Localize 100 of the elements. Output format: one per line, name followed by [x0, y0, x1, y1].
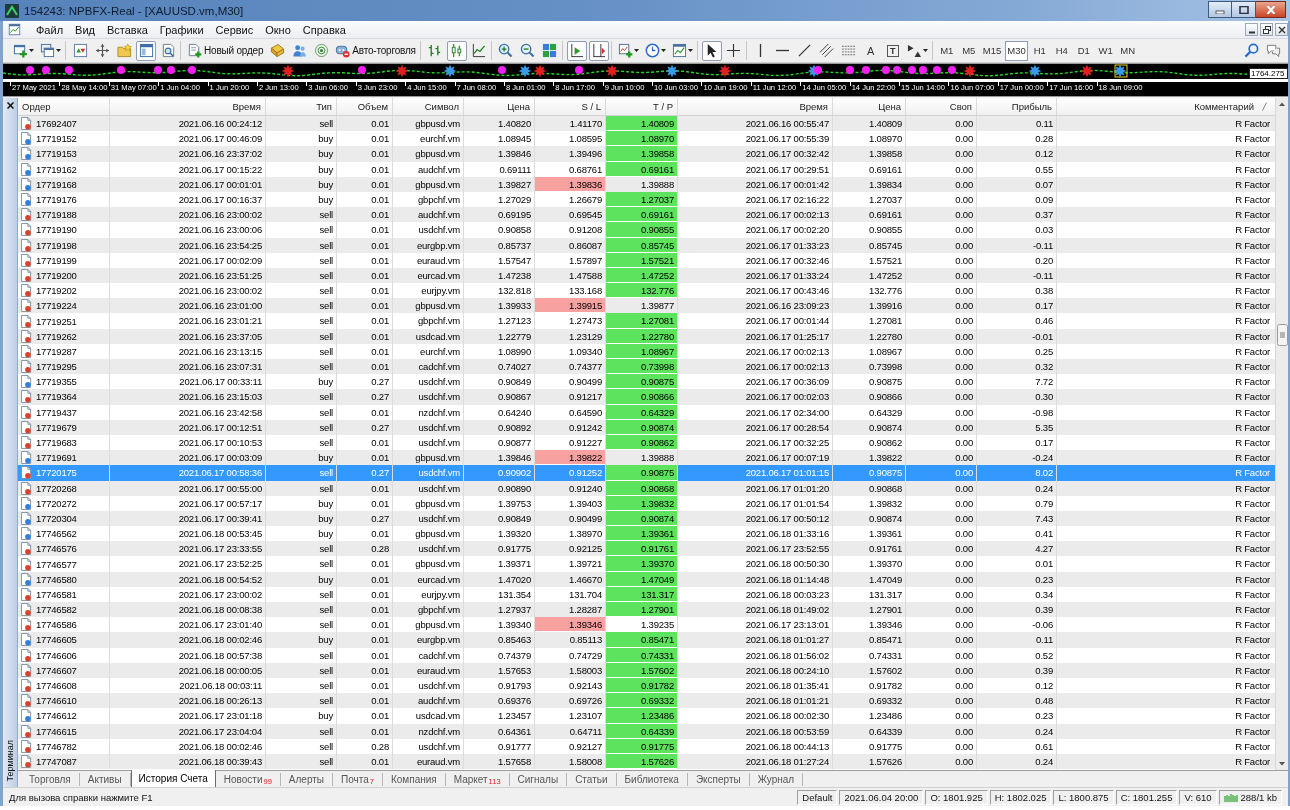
minimize-button[interactable] — [1208, 1, 1232, 18]
table-row[interactable]: 17720175 2021.06.17 00:58:36 sell 0.27 usdchf.vm 0.90902 0.91252 0.90875 2021.06.17 01:01:15 0.90875 0.00 8.02 R Factor — [18, 465, 1275, 481]
order-number: 17719251 — [36, 314, 77, 329]
table-row[interactable]: 17746610 2021.06.18 00:26:13 sell 0.01 audchf.vm 0.69376 0.69726 0.69332 2021.06.18 01:01:21 0.69332 0.00 0.48 R Factor — [18, 693, 1275, 709]
timeframe-button[interactable]: M30 — [1005, 40, 1028, 61]
tab[interactable]: Компания — [382, 773, 446, 786]
table-row[interactable]: 17719153 2021.06.16 23:37:02 buy 0.01 gbpusd.vm 1.39846 1.39496 1.39858 2021.06.17 00:32:42 1.39858 0.00 0.12 R Factor — [18, 146, 1275, 162]
table-cell: 1.47049 — [833, 571, 906, 587]
column-header[interactable]: Тип — [266, 98, 337, 115]
table-cell: 1.39846 — [464, 146, 535, 162]
timeframe-button[interactable]: W1 — [1095, 40, 1116, 61]
cursor-button[interactable] — [701, 40, 722, 61]
table-cell-text: R Factor — [1234, 466, 1271, 481]
table-cell-text: R Factor — [1234, 238, 1271, 253]
menu-item[interactable]: Справка — [296, 23, 352, 36]
timeframe-button[interactable]: H1 — [1029, 40, 1050, 61]
table-row[interactable]: 17746576 2021.06.17 23:33:55 sell 0.28 usdchf.vm 0.91775 0.92125 0.91761 2021.06.17 23:52:55 0.91761 0.00 4.27 R Factor — [18, 541, 1275, 557]
order-number: 17747087 — [36, 754, 77, 769]
table-row[interactable]: 17746605 2021.06.18 00:02:46 buy 0.01 eurgbp.vm 0.85463 0.85113 0.85471 2021.06.18 01:01:27 0.85471 0.00 0.11 R Factor — [18, 632, 1275, 648]
table-cell: 0.01 — [977, 556, 1057, 572]
timeframe-button[interactable]: M15 — [980, 40, 1004, 61]
table-cell: gbpusd.vm — [393, 176, 464, 192]
window-title: 154243: NPBFX-Real - [XAUUSD.vm,M30] — [24, 4, 244, 17]
candlestick-button[interactable] — [446, 40, 467, 61]
column-header[interactable]: Время — [678, 98, 833, 115]
document-icon — [21, 511, 32, 525]
column-header[interactable]: T / P — [606, 98, 678, 115]
menu-item[interactable]: Сервис — [209, 23, 260, 36]
table-row[interactable]: 17746582 2021.06.18 00:08:38 sell 0.01 gbpchf.vm 1.27937 1.28287 1.27901 2021.06.18 01:49:02 1.27901 0.00 0.39 R Factor — [18, 602, 1275, 618]
table-cell: sell — [266, 556, 337, 572]
column-header[interactable]: Своп — [906, 98, 977, 115]
table-cell-text: R Factor — [1234, 162, 1271, 177]
table-cell: 0.01 — [337, 146, 393, 162]
menu-item[interactable]: Окно — [259, 23, 297, 36]
table-cell: 0.69161 — [833, 161, 906, 177]
table-cell: usdcad.vm — [393, 708, 464, 724]
table-cell: 0.61 — [977, 738, 1057, 754]
table-row[interactable]: 17719364 2021.06.16 23:15:03 sell 0.27 usdchf.vm 0.90867 0.91217 0.90866 2021.06.17 00:02:03 0.90866 0.00 0.30 R Factor — [18, 389, 1275, 405]
tab[interactable]: Алерты — [280, 773, 333, 786]
column-header[interactable]: Объем — [337, 98, 393, 115]
column-header[interactable]: Время — [110, 98, 266, 115]
table-row[interactable]: 17719295 2021.06.16 23:07:31 sell 0.01 cadchf.vm 0.74027 0.74377 0.73998 2021.06.17 00:02:13 0.73998 0.00 0.32 R Factor — [18, 359, 1275, 375]
table-cell: 0.01 — [337, 556, 393, 572]
table-cell: 0.85463 — [464, 632, 535, 648]
table-cell: 2021.06.18 00:44:13 — [678, 738, 833, 754]
tab[interactable]: Сигналы — [509, 773, 568, 786]
table-cell: buy — [266, 146, 337, 162]
table-cell: 0.01 — [337, 176, 393, 192]
tab[interactable]: Библиотека — [616, 773, 688, 786]
status-field: L: 1800.875 — [1053, 789, 1114, 805]
menu-item[interactable]: Графики — [153, 23, 210, 36]
text-label-button[interactable]: T — [882, 40, 903, 61]
auto-scroll-button[interactable] — [566, 40, 587, 61]
search-icon[interactable] — [1244, 43, 1259, 58]
timeframe-button[interactable]: MN — [1117, 40, 1138, 61]
tab[interactable]: Журнал — [749, 773, 804, 786]
menu-item[interactable]: Вставка — [100, 23, 154, 36]
table-cell: eurgbp.vm — [393, 632, 464, 648]
table-cell: 0.00 — [906, 662, 977, 678]
table-row[interactable]: 17719188 2021.06.16 23:00:02 sell 0.01 audchf.vm 0.69195 0.69545 0.69161 2021.06.17 00:02:13 0.69161 0.00 0.37 R Factor — [18, 207, 1275, 223]
table-row[interactable]: 17719691 2021.06.17 00:03:09 buy 0.01 gbpusd.vm 1.39846 1.39822 1.39888 2021.06.17 00:07:19 1.39822 0.00 -0.24 R Factor — [18, 450, 1275, 466]
tab[interactable]: История Счета — [130, 770, 216, 788]
tab[interactable]: Активы — [79, 773, 131, 786]
restore-button[interactable] — [1260, 23, 1273, 36]
scrollbar[interactable] — [1275, 98, 1288, 770]
tab[interactable]: Эксперты — [687, 773, 750, 786]
column-header[interactable]: Цена — [464, 98, 535, 115]
menu-item[interactable]: Вид — [69, 23, 101, 36]
close-button[interactable] — [1275, 23, 1288, 36]
timeframe-button[interactable]: H4 — [1051, 40, 1072, 61]
table-row[interactable]: 17692407 2021.06.16 00:24:12 sell 0.01 gbpusd.vm 1.40820 1.41170 1.40809 2021.06.16 00:55:47 1.40809 0.00 0.11 R Factor — [18, 116, 1275, 132]
table-row[interactable]: 17719224 2021.06.16 23:01:00 sell 0.01 gbpusd.vm 1.39933 1.39915 1.39877 2021.06.16 23:09:23 1.39916 0.00 0.17 R Factor — [18, 298, 1275, 314]
auto-trading-button[interactable]: Авто-торговля — [333, 40, 418, 61]
maximize-button[interactable] — [1232, 1, 1256, 18]
table-cell: 1.57547 — [464, 252, 535, 268]
close-button[interactable] — [1256, 1, 1286, 18]
timeframe-button[interactable]: M5 — [958, 40, 979, 61]
column-header[interactable]: S / L — [535, 98, 606, 115]
window-menu-icon[interactable] — [8, 23, 21, 36]
menu-item[interactable]: Файл — [30, 23, 70, 36]
timeframe-button[interactable]: M1 — [936, 40, 957, 61]
chat-icon[interactable] — [1266, 43, 1281, 58]
timeframe-button[interactable]: D1 — [1073, 40, 1094, 61]
column-header[interactable]: Ордер — [18, 98, 110, 115]
chart-shift-button[interactable] — [588, 40, 609, 61]
terminal-button[interactable] — [136, 40, 156, 61]
table-cell: euraud.vm — [393, 252, 464, 268]
new-order-button[interactable]: Новый ордер — [185, 40, 266, 61]
column-header[interactable]: Комментарий — [1057, 98, 1275, 115]
table-cell: audchf.vm — [393, 161, 464, 177]
text-button[interactable]: A — [860, 40, 881, 61]
column-header[interactable]: Цена — [833, 98, 906, 115]
tab[interactable]: Торговля — [21, 773, 80, 786]
column-header[interactable]: Символ — [393, 98, 464, 115]
scrollbar-thumb[interactable] — [1276, 324, 1288, 346]
tab[interactable]: Статьи — [567, 773, 617, 786]
order-number: 17719262 — [36, 329, 77, 344]
minimize-button[interactable] — [1245, 23, 1258, 36]
close-icon[interactable] — [6, 102, 14, 109]
column-header[interactable]: Прибыль — [977, 98, 1057, 115]
